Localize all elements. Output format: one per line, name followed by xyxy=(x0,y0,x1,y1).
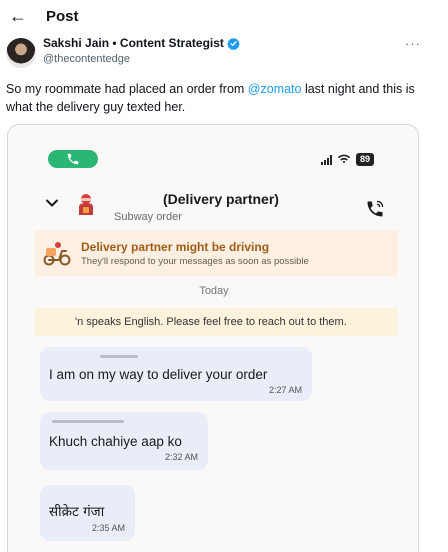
verified-badge-icon xyxy=(227,37,240,50)
message-bubble: सीक्रेट गंजा 2:35 AM xyxy=(40,485,135,541)
partner-title: (Delivery partner) xyxy=(163,191,279,207)
post-header: ← Post xyxy=(0,0,448,34)
back-arrow-icon[interactable]: ← xyxy=(8,6,28,26)
wifi-icon xyxy=(337,154,351,164)
message-time: 2:27 AM xyxy=(268,385,302,395)
message-bubble: Khuch chahiye aap ko 2:32 AM xyxy=(40,412,208,470)
message-bubble: I am on my way to deliver your order 2:2… xyxy=(40,347,312,401)
phone-call-icon xyxy=(67,153,79,165)
scooter-icon xyxy=(43,242,71,266)
redacted-text xyxy=(100,355,138,358)
driving-banner-subtitle: They'll respond to your messages as soon… xyxy=(81,256,309,267)
message-time: 2:32 AM xyxy=(164,452,198,462)
phone-status-bar: 89 xyxy=(321,153,375,166)
message-text: I am on my way to deliver your order xyxy=(49,367,268,382)
author-name[interactable]: Sakshi Jain • Content Strategist xyxy=(43,36,224,50)
delivery-rider-icon xyxy=(79,194,93,215)
driving-banner: Delivery partner might be driving They'l… xyxy=(35,230,398,276)
mention-link[interactable]: @zomato xyxy=(248,82,302,96)
chat-header: (Delivery partner) Subway order xyxy=(8,181,418,229)
author-handle[interactable]: @thecontentedge xyxy=(43,53,130,65)
tweet-text-before: So my roommate had placed an order from xyxy=(6,82,248,96)
message-text: सीक्रेट गंजा xyxy=(49,504,105,520)
avatar[interactable] xyxy=(6,38,36,68)
tweet-text: So my roommate had placed an order from … xyxy=(6,80,426,116)
attached-screenshot[interactable]: 89 (Delivery partner) Subway order Deliv… xyxy=(7,124,419,552)
ongoing-call-pill xyxy=(48,150,98,168)
driving-banner-title: Delivery partner might be driving xyxy=(81,240,270,254)
battery-indicator: 89 xyxy=(356,153,375,166)
call-icon[interactable] xyxy=(365,199,385,219)
page-title: Post xyxy=(46,8,79,25)
signal-icon xyxy=(321,154,332,165)
redacted-text xyxy=(52,420,124,423)
language-notice: 'n speaks English. Please feel free to r… xyxy=(35,308,398,336)
message-time: 2:35 AM xyxy=(91,523,125,533)
chevron-down-icon[interactable] xyxy=(44,195,60,211)
more-options-icon[interactable]: ··· xyxy=(405,36,421,51)
message-text: Khuch chahiye aap ko xyxy=(49,434,182,449)
day-separator: Today xyxy=(199,285,229,297)
order-subtitle: Subway order xyxy=(114,211,182,223)
author-name-row: Sakshi Jain • Content Strategist xyxy=(43,36,240,50)
